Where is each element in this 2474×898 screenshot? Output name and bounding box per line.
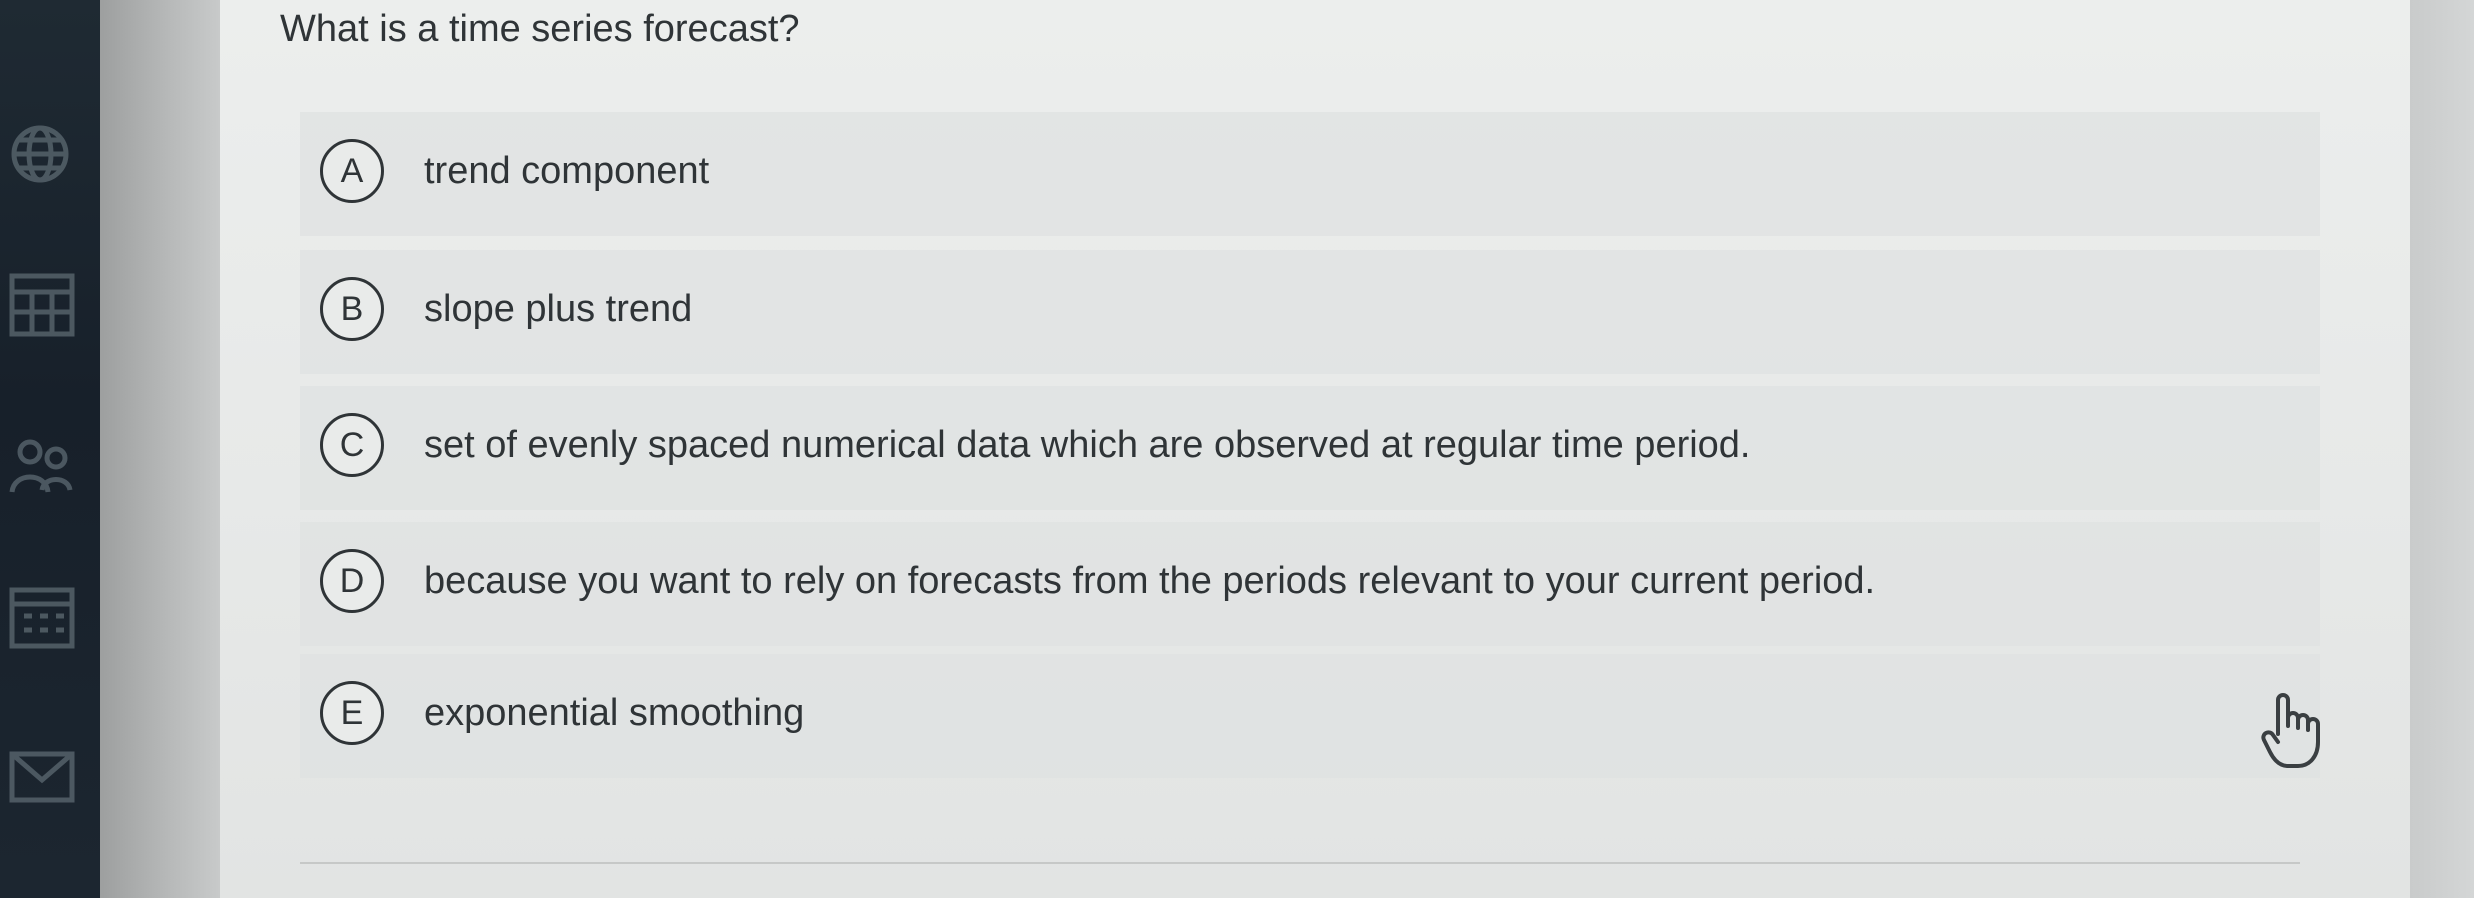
globe-icon[interactable] bbox=[4, 118, 84, 190]
question-text: What is a time series forecast? bbox=[280, 8, 800, 50]
option-c[interactable]: C set of evenly spaced numerical data wh… bbox=[300, 386, 2320, 510]
option-d-text: because you want to rely on forecasts fr… bbox=[424, 560, 1876, 602]
page-edge bbox=[2410, 0, 2474, 898]
option-d-badge[interactable]: D bbox=[320, 549, 384, 613]
option-d[interactable]: D because you want to rely on forecasts … bbox=[300, 522, 2320, 646]
option-a-text: trend component bbox=[424, 150, 710, 192]
people-icon[interactable] bbox=[4, 428, 84, 500]
app-sidebar bbox=[0, 0, 100, 898]
page-gutter bbox=[100, 0, 220, 898]
option-e[interactable]: E exponential smoothing bbox=[300, 654, 2320, 778]
option-b[interactable]: B slope plus trend bbox=[300, 250, 2320, 374]
option-e-badge[interactable]: E bbox=[320, 681, 384, 745]
option-c-badge[interactable]: C bbox=[320, 413, 384, 477]
hand-pointer-icon bbox=[2258, 690, 2324, 770]
mail-icon[interactable] bbox=[4, 740, 84, 812]
calendar-icon[interactable] bbox=[4, 580, 84, 652]
bottom-divider bbox=[300, 862, 2300, 864]
option-e-text: exponential smoothing bbox=[424, 692, 805, 734]
option-b-text: slope plus trend bbox=[424, 288, 693, 330]
option-a-badge[interactable]: A bbox=[320, 139, 384, 203]
option-c-text: set of evenly spaced numerical data whic… bbox=[424, 424, 1751, 466]
option-a[interactable]: A trend component bbox=[300, 112, 2320, 236]
option-b-badge[interactable]: B bbox=[320, 277, 384, 341]
calculator-icon[interactable] bbox=[4, 268, 84, 340]
